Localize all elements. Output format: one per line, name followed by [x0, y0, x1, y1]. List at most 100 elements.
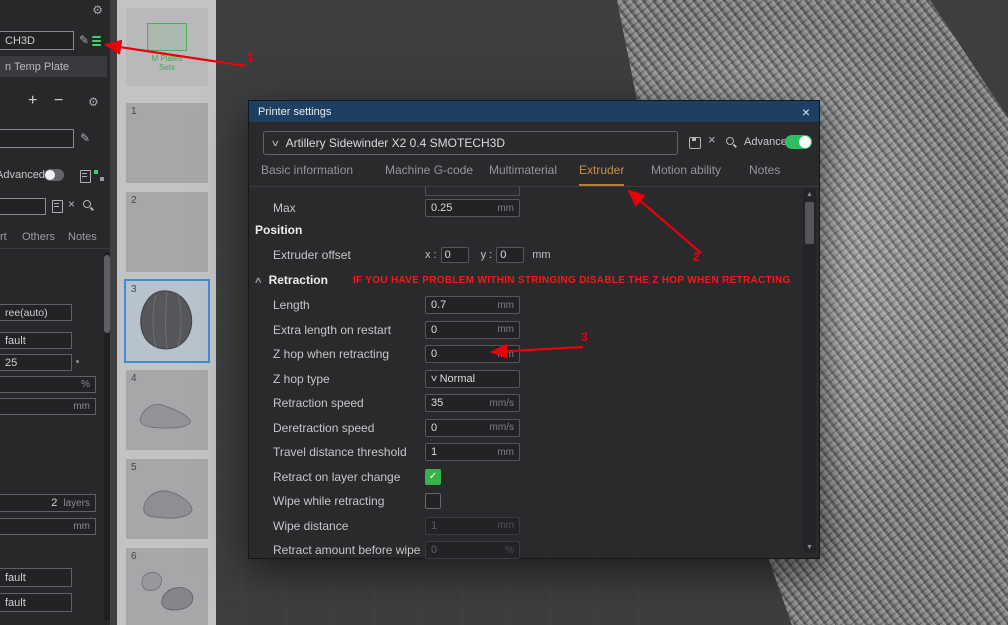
dialog-scrollbar[interactable]: ▲ ▼	[803, 189, 816, 553]
advanced-mode-toggle[interactable]	[44, 169, 64, 181]
gear-icon[interactable]: ⚙	[88, 95, 99, 109]
edit-icon[interactable]: ✎	[80, 131, 90, 145]
plate-thumbnail-3-selected[interactable]: 3	[124, 279, 210, 363]
close-icon[interactable]: ×	[802, 105, 810, 119]
setting-label: Wipe distance	[273, 518, 349, 533]
unit-label: mm	[497, 348, 514, 360]
plate-thumbnail-2[interactable]: 2	[126, 192, 208, 272]
tab-notes[interactable]: Notes	[68, 231, 97, 243]
panel-scrollbar[interactable]	[104, 252, 110, 620]
raft-layers-input[interactable]: 2 layers	[0, 494, 96, 512]
printer-preset-dropdown[interactable]: ∨ Artillery Sidewinder X2 0.4 SMOTECH3D	[263, 131, 678, 155]
travel-distance-threshold-field[interactable]	[426, 446, 496, 459]
tab-multimaterial[interactable]: Multimaterial	[489, 163, 557, 184]
tab-extruder[interactable]: Extruder	[579, 163, 625, 186]
plate-thumbnail-6[interactable]: 6	[126, 548, 208, 625]
max-input[interactable]: mm	[425, 199, 520, 217]
setting-label: Wipe while retracting	[273, 494, 385, 509]
tab-others[interactable]: Others	[22, 231, 55, 243]
default-combo[interactable]: fault	[0, 332, 72, 349]
scrollbar-thumb[interactable]	[104, 255, 110, 333]
extra-length-restart-field[interactable]	[426, 323, 496, 336]
default-combo[interactable]: fault	[0, 593, 72, 612]
plates-overview-thumbnail[interactable]: M Plates Sets	[126, 8, 208, 86]
tab-support[interactable]: rt	[0, 231, 7, 243]
deretraction-speed-field[interactable]	[426, 421, 488, 434]
tab-basic-information[interactable]: Basic information	[261, 163, 353, 184]
plate-thumbnail-1[interactable]: 1	[126, 103, 208, 183]
setting-label: Extra length on restart	[273, 322, 392, 337]
threshold-angle-input[interactable]: 25	[0, 354, 72, 371]
extruder-offset-x-input[interactable]	[440, 247, 469, 263]
length-input-field[interactable]	[426, 299, 496, 312]
gear-icon[interactable]: ⚙	[92, 3, 103, 17]
copy-icon[interactable]	[52, 200, 63, 213]
default-combo[interactable]: fault	[0, 568, 72, 587]
z-hop-type-select[interactable]: ∨ Normal	[425, 369, 520, 388]
length-input[interactable]: mm	[425, 296, 520, 315]
wipe-while-retracting-checkbox[interactable]	[425, 493, 441, 510]
unit-label: %	[81, 379, 90, 390]
modified-dot-icon	[76, 360, 79, 363]
extra-length-restart-input[interactable]: mm	[425, 320, 520, 339]
edit-icon[interactable]: ✎	[79, 33, 89, 47]
retraction-section-header[interactable]: ∧ Retraction IF YOU HAVE PROBLEM WITHIN …	[254, 273, 797, 287]
retract-on-layer-change-checkbox[interactable]: ✓	[425, 468, 441, 485]
scroll-up-icon[interactable]: ▲	[803, 191, 816, 198]
printer-preset-name: Artillery Sidewinder X2 0.4 SMOTECH3D	[285, 136, 505, 150]
scrollbar-thumb[interactable]	[805, 202, 814, 244]
plate-type-value: n Temp Plate	[5, 60, 70, 73]
tab-notes[interactable]: Notes	[749, 163, 780, 184]
setting-row-travel-threshold: Travel distance threshold mm	[249, 440, 784, 465]
plate-type-combo[interactable]: n Temp Plate	[0, 56, 107, 77]
extruder-offset-y-input[interactable]	[496, 247, 525, 263]
collapse-icon[interactable]: ∧	[254, 275, 263, 286]
wipe-distance-input[interactable]: mm	[425, 516, 520, 535]
delete-preset-icon[interactable]: ×	[708, 132, 716, 147]
search-icon[interactable]	[83, 200, 95, 212]
z-hop-input[interactable]: mm	[425, 345, 520, 364]
settings-list-icon[interactable]	[80, 170, 91, 183]
plate-number: 2	[131, 195, 137, 206]
tab-machine-gcode[interactable]: Machine G-code	[385, 163, 473, 184]
remove-filament-button[interactable]: −	[54, 92, 63, 110]
mm-input[interactable]: mm	[0, 398, 96, 415]
advanced-mode-toggle[interactable]	[785, 135, 812, 149]
percent-input[interactable]: %	[0, 376, 96, 393]
retraction-speed-input[interactable]: mm/s	[425, 394, 520, 413]
filament-list-icon[interactable]	[92, 36, 101, 46]
search-input[interactable]	[0, 198, 46, 215]
printer-settings-dialog: Printer settings × ∨ Artillery Sidewinde…	[248, 100, 820, 560]
extruder-offset-y-field[interactable]	[497, 249, 524, 261]
save-preset-icon[interactable]	[689, 137, 701, 149]
position-section-title: Position	[255, 223, 303, 237]
dialog-titlebar[interactable]: Printer settings ×	[249, 101, 819, 122]
travel-distance-threshold-input[interactable]: mm	[425, 443, 520, 462]
printer-preset-combo[interactable]: CH3D	[0, 31, 74, 50]
tab-motion-ability[interactable]: Motion ability	[651, 163, 721, 184]
divider	[249, 186, 819, 187]
search-icon[interactable]	[726, 137, 738, 149]
deretraction-speed-input[interactable]: mm/s	[425, 418, 520, 437]
mm-input[interactable]: mm	[0, 518, 96, 535]
retraction-speed-field[interactable]	[426, 397, 488, 410]
scroll-down-icon[interactable]: ▼	[803, 544, 816, 551]
process-compare-icon[interactable]	[94, 170, 104, 181]
plate-number: 3	[131, 284, 137, 295]
clear-icon[interactable]: ×	[68, 197, 75, 211]
z-hop-input-field[interactable]	[426, 348, 496, 361]
retract-amount-before-wipe-input[interactable]: %	[425, 541, 520, 560]
unit-label: mm	[532, 249, 551, 261]
add-filament-button[interactable]: +	[28, 92, 37, 110]
z-hop-type-value: Normal	[439, 372, 476, 385]
extruder-offset-x-field[interactable]	[441, 249, 468, 261]
plate-thumbnail-5[interactable]: 5	[126, 459, 208, 539]
max-input-field[interactable]	[426, 202, 496, 214]
filament-preset-combo[interactable]	[0, 129, 74, 148]
retraction-settings-list: Length mm Extra length on restart mm Z h…	[249, 293, 784, 563]
setting-row-retract-amount-before-wipe: Retract amount before wipe %	[249, 538, 784, 563]
unit-label: mm/s	[489, 422, 514, 434]
plate-thumbnail-4[interactable]: 4	[126, 370, 208, 450]
support-style-combo[interactable]: ree(auto)	[0, 304, 72, 321]
model-preview	[139, 403, 191, 429]
